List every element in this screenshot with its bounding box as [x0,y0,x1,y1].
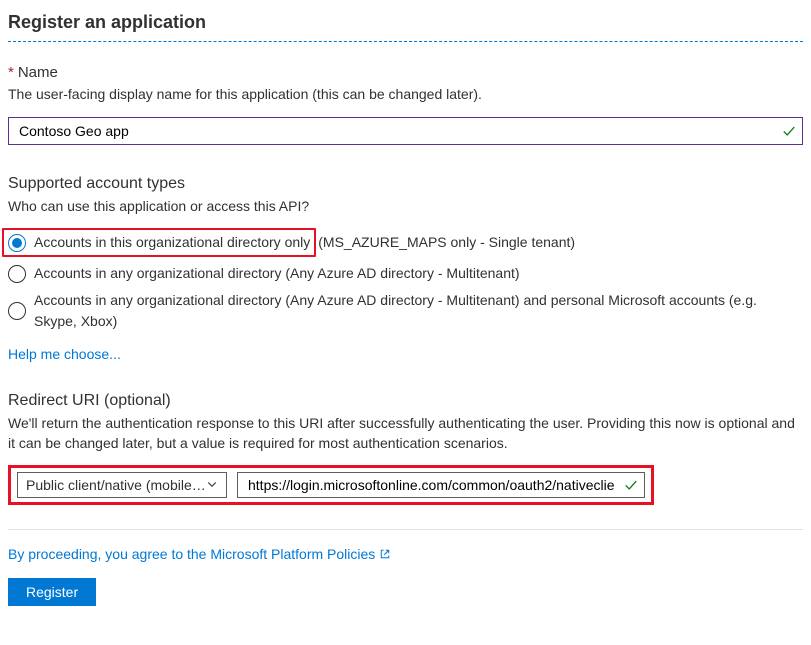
account-type-radio-0[interactable] [8,234,26,252]
account-type-option-2[interactable]: Accounts in any organizational directory… [8,290,803,332]
account-types-radio-group: Accounts in this organizational director… [8,228,803,332]
check-icon [782,124,796,138]
account-type-radio-2[interactable] [8,302,26,320]
external-link-icon [379,548,391,560]
redirect-section: Redirect URI (optional) We'll return the… [8,392,803,505]
account-type-label-0-suffix: (MS_AZURE_MAPS only - Single tenant) [318,232,575,253]
name-input[interactable] [17,122,774,140]
highlight-red-redirect: Public client/native (mobile ... [8,465,654,505]
redirect-uri-input-wrap[interactable] [237,472,645,498]
register-button[interactable]: Register [8,578,96,606]
divider-solid [8,529,803,530]
required-asterisk: * [8,64,14,81]
redirect-label: Redirect URI (optional) [8,392,803,410]
account-types-description: Who can use this application or access t… [8,197,803,217]
account-type-radio-1[interactable] [8,265,26,283]
policy-link[interactable]: By proceeding, you agree to the Microsof… [8,546,375,562]
chevron-down-icon [206,477,218,493]
check-icon [624,478,638,492]
name-label: *Name [8,64,803,81]
redirect-description: We'll return the authentication response… [8,414,803,453]
name-label-text: Name [18,64,58,81]
account-types-section: Supported account types Who can use this… [8,175,803,363]
name-input-wrap[interactable] [8,117,803,145]
redirect-uri-input[interactable] [246,476,616,494]
page-title: Register an application [8,12,803,33]
account-types-label: Supported account types [8,175,803,193]
divider-dashed [8,41,803,42]
policy-row: By proceeding, you agree to the Microsof… [8,546,803,562]
account-type-label-1: Accounts in any organizational directory… [34,263,520,284]
highlight-red-option: Accounts in this organizational director… [2,228,316,257]
help-me-choose-link[interactable]: Help me choose... [8,346,121,362]
platform-select[interactable]: Public client/native (mobile ... [17,472,227,498]
account-type-option-0[interactable]: Accounts in this organizational director… [8,228,803,257]
account-type-label-2: Accounts in any organizational directory… [34,290,803,332]
name-section: *Name The user-facing display name for t… [8,64,803,145]
account-type-label-0-hl: Accounts in this organizational director… [34,232,310,253]
account-type-option-1[interactable]: Accounts in any organizational directory… [8,263,803,284]
name-description: The user-facing display name for this ap… [8,85,803,105]
platform-select-value: Public client/native (mobile ... [26,477,206,493]
